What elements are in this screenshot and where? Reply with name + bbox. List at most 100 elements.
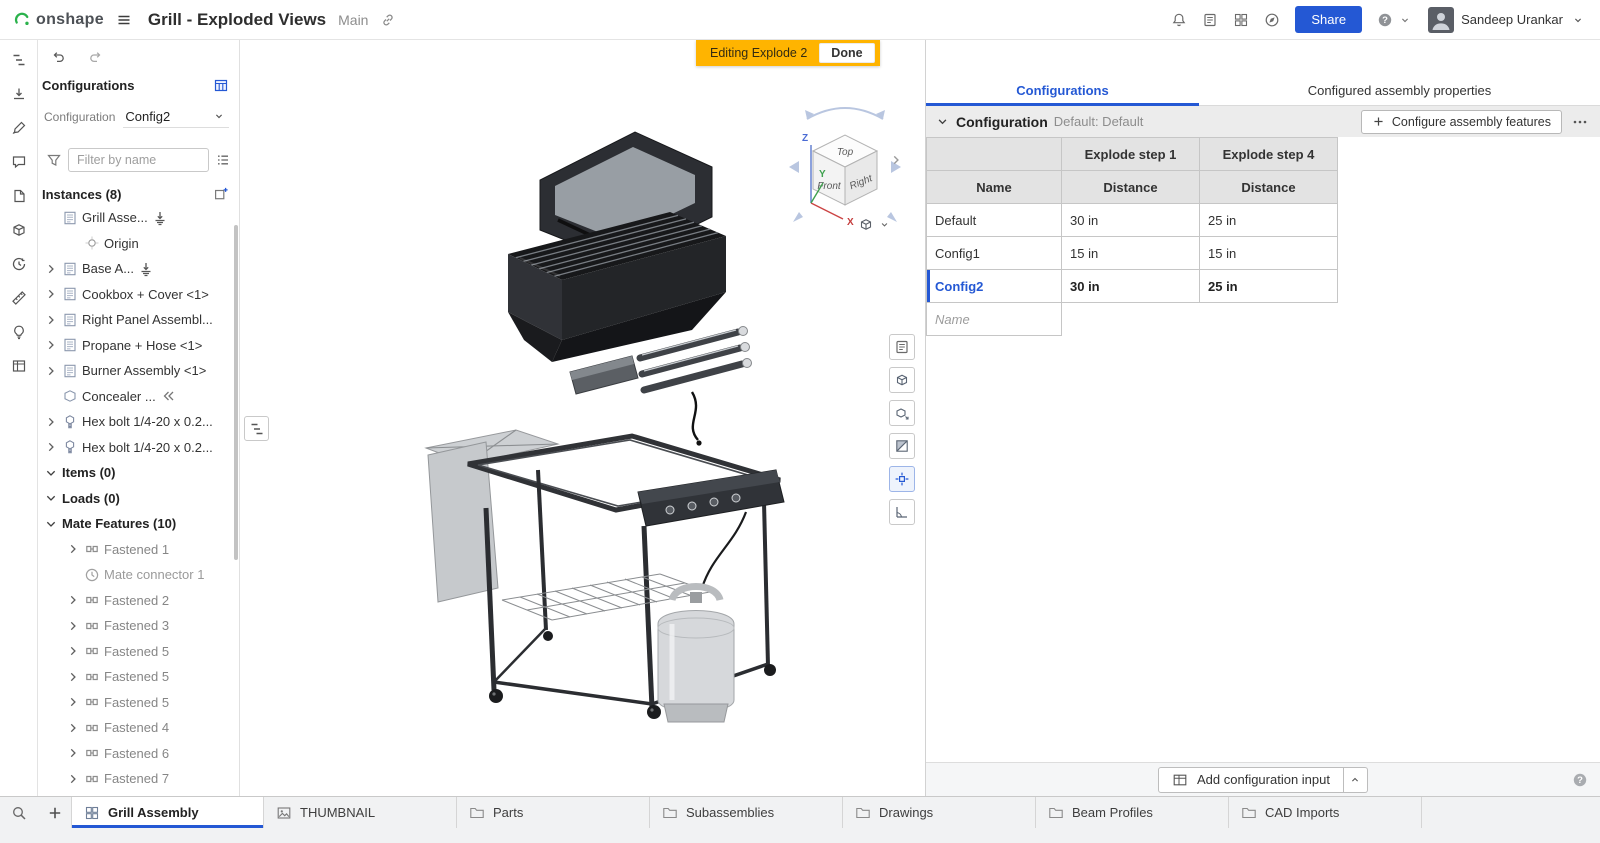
hamburger-menu-icon[interactable] (116, 12, 132, 28)
more-options-button[interactable] (1572, 114, 1588, 130)
mate-feature-item[interactable]: Fastened 6 (38, 741, 239, 767)
search-tabs-button[interactable] (0, 797, 38, 828)
list-options-icon[interactable] (215, 152, 231, 168)
done-button[interactable]: Done (819, 43, 874, 63)
assembly-structure-tool-button[interactable] (5, 47, 33, 72)
instance-item[interactable]: Base A... (38, 256, 239, 282)
doc-tab-drawings[interactable]: Drawings (843, 797, 1036, 828)
section-view-icon (894, 438, 910, 454)
propane-hose[interactable] (702, 512, 746, 588)
measure-tool-button[interactable] (5, 285, 33, 310)
mate-feature-item[interactable]: Mate connector 1 (38, 562, 239, 588)
mate-feature-item[interactable]: Fastened 5 (38, 664, 239, 690)
history-tool-button[interactable] (5, 251, 33, 276)
instance-item[interactable]: Cookbox + Cover <1> (38, 282, 239, 308)
mate-feature-item[interactable]: Fastened 4 (38, 715, 239, 741)
instance-item[interactable]: Origin (38, 231, 239, 257)
insert-instance-icon[interactable] (213, 186, 229, 202)
grill-firebox[interactable] (508, 212, 726, 362)
release-notes-button[interactable] (1202, 12, 1218, 28)
user-menu[interactable]: Sandeep Urankar (1428, 7, 1586, 33)
distance-value-cell[interactable]: 25 in (1200, 204, 1338, 237)
doc-tab-grill-assembly[interactable]: Grill Assembly (71, 797, 264, 828)
instance-item[interactable]: Hex bolt 1/4-20 x 0.2... (38, 435, 239, 461)
configuration-name-cell[interactable]: Default (927, 204, 1062, 237)
appearance-tool-button[interactable] (5, 115, 33, 140)
propane-tank[interactable] (658, 587, 734, 723)
configuration-name-cell[interactable]: Config2 (927, 270, 1062, 303)
rotate-view-arrow[interactable] (888, 152, 904, 172)
configuration-table-icon[interactable] (213, 77, 229, 93)
section-header[interactable]: Mate Features (10) (38, 511, 239, 537)
doc-tab-beam-profiles[interactable]: Beam Profiles (1036, 797, 1229, 828)
tab-configurations[interactable]: Configurations (926, 76, 1199, 105)
section-header[interactable]: Loads (0) (38, 486, 239, 512)
control-panel[interactable] (638, 470, 784, 526)
distance-value-cell[interactable]: 15 in (1062, 237, 1200, 270)
onshape-logo[interactable]: onshape (14, 11, 104, 29)
mate-feature-item[interactable]: Fastened 5 (38, 690, 239, 716)
mate-feature-item[interactable]: Fastened 2 (38, 588, 239, 614)
filter-funnel-icon[interactable] (46, 152, 62, 168)
help-menu[interactable]: ? (1377, 12, 1413, 28)
add-configuration-dropdown-button[interactable] (1344, 767, 1368, 793)
igniter-cable[interactable] (692, 392, 698, 440)
comment-tool-button[interactable] (5, 149, 33, 174)
move-part-button[interactable] (889, 400, 915, 426)
configure-assembly-features-button[interactable]: Configure assembly features (1361, 110, 1562, 134)
configuration-name-cell[interactable]: Config1 (927, 237, 1062, 270)
distance-value-cell[interactable]: 15 in (1200, 237, 1338, 270)
instance-item[interactable]: Concealer ... (38, 384, 239, 410)
instance-item[interactable]: Hex bolt 1/4-20 x 0.2... (38, 409, 239, 435)
doc-tab-cad-imports[interactable]: CAD Imports (1229, 797, 1422, 828)
tab-configured-assembly-properties[interactable]: Configured assembly properties (1199, 76, 1600, 105)
new-configuration-name-cell[interactable]: Name (927, 303, 1062, 336)
igniter-box[interactable] (570, 356, 638, 394)
view-cube-top-label[interactable]: Top (837, 147, 854, 158)
distance-value-cell[interactable]: 30 in (1062, 204, 1200, 237)
parts-tool-button[interactable] (5, 217, 33, 242)
filter-input[interactable] (68, 148, 209, 172)
help-icon[interactable]: ? (1572, 772, 1588, 788)
instance-item[interactable]: Grill Asse... (38, 205, 239, 231)
workspace-name[interactable]: Main (338, 12, 368, 28)
section-header[interactable]: Items (0) (38, 460, 239, 486)
feature-panel-handle[interactable] (244, 416, 269, 441)
exploded-view-button[interactable] (889, 466, 915, 492)
measure-angle-button[interactable] (889, 499, 915, 525)
new-tab-button[interactable] (38, 797, 71, 828)
undo-button[interactable] (50, 49, 66, 65)
comment-list-button[interactable] (889, 334, 915, 360)
mate-feature-item[interactable]: Fastened 3 (38, 613, 239, 639)
redo-button[interactable] (88, 49, 104, 65)
share-button[interactable]: Share (1295, 6, 1362, 33)
mate-feature-item[interactable]: Fastened 5 (38, 639, 239, 665)
bom-tool-button[interactable] (5, 353, 33, 378)
section-view-button[interactable] (889, 433, 915, 459)
share-link-icon[interactable] (380, 12, 396, 28)
view-mode-button[interactable] (858, 216, 892, 232)
doc-tab-subassemblies[interactable]: Subassemblies (650, 797, 843, 828)
doc-tab-thumbnail[interactable]: THUMBNAIL (264, 797, 457, 828)
configuration-select[interactable]: Config2 (123, 106, 229, 128)
instance-item[interactable]: Burner Assembly <1> (38, 358, 239, 384)
explore-button[interactable] (1264, 12, 1280, 28)
notifications-button[interactable] (1171, 12, 1187, 28)
mate-feature-item[interactable]: Fastened 1 (38, 537, 239, 563)
learn-tool-button[interactable] (5, 319, 33, 344)
cable-plug[interactable] (696, 440, 701, 445)
mate-feature-item[interactable]: Fastened 7 (38, 766, 239, 792)
distance-value-cell[interactable]: 25 in (1200, 270, 1338, 303)
instance-item[interactable]: Propane + Hose <1> (38, 333, 239, 359)
chevron-down-icon[interactable] (934, 114, 950, 130)
add-configuration-input-button[interactable]: Add configuration input (1158, 767, 1344, 793)
app-switcher-button[interactable] (1233, 12, 1249, 28)
instance-item[interactable]: Right Panel Assembl... (38, 307, 239, 333)
panel-scrollbar[interactable] (234, 225, 238, 560)
doc-tab-parts[interactable]: Parts (457, 797, 650, 828)
distance-value-cell[interactable]: 30 in (1062, 270, 1200, 303)
isometric-view-button[interactable] (889, 367, 915, 393)
insert-mate-tool-button[interactable] (5, 81, 33, 106)
drawing-tool-button[interactable] (5, 183, 33, 208)
graphics-viewport[interactable]: Editing Explode 2 Done Top Front Right (240, 40, 925, 796)
